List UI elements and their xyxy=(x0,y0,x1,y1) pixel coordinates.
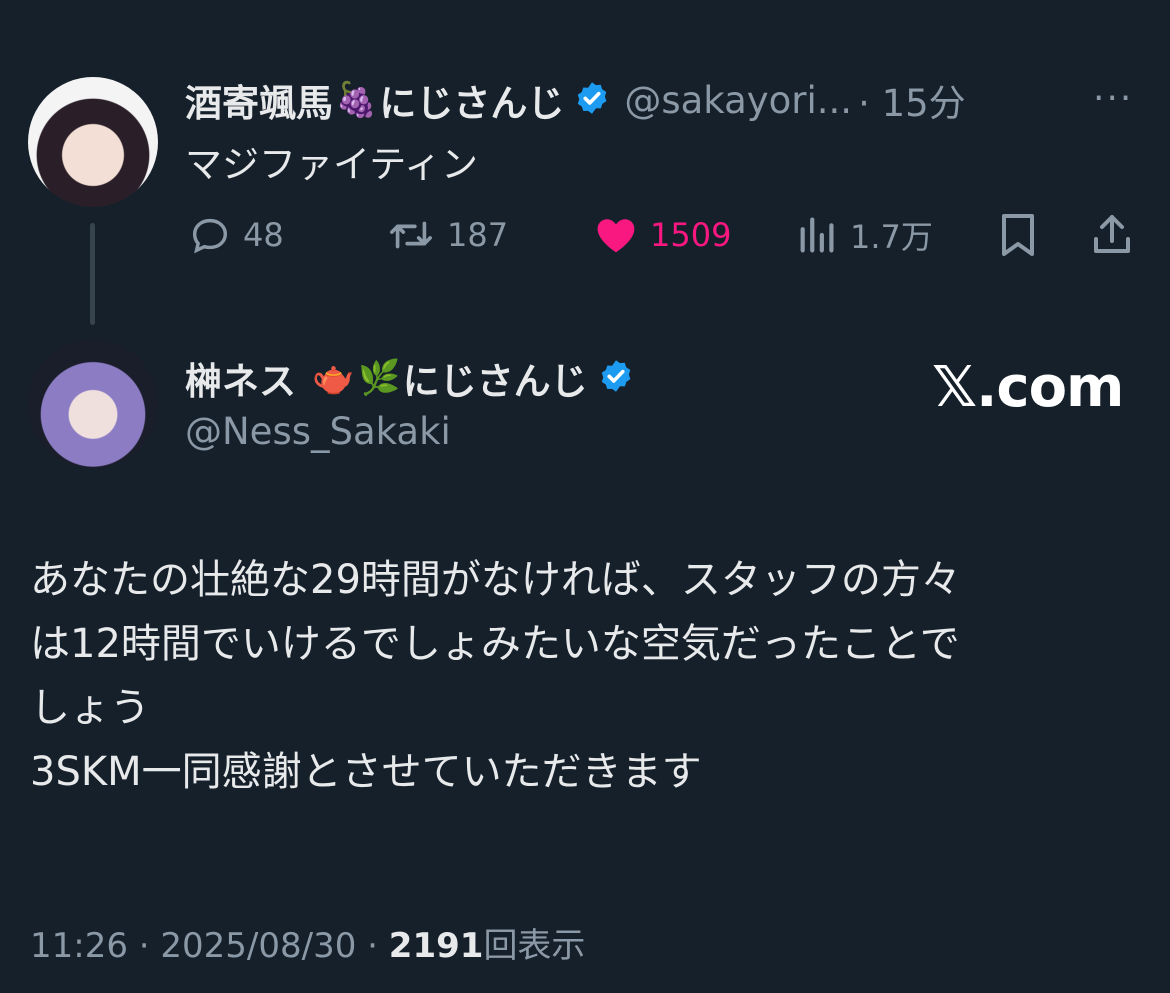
parent-tweet-text: マジファイティン xyxy=(185,143,479,186)
reply-tweet-text: あなたの壮絶な29時間がなければ、スタッフの方々 は12時間でいけるでしょみたい… xyxy=(30,548,1150,804)
tweet-meta: 11:26 · 2025/08/30 · 2191回表示 xyxy=(30,918,585,967)
retweet-button[interactable]: 187 xyxy=(385,210,508,260)
tweet-timestamp[interactable]: 11:26 · 2025/08/30 · xyxy=(30,926,389,966)
verified-badge-icon xyxy=(598,358,634,398)
author-name-suffix[interactable]: にじさんじ xyxy=(403,351,588,405)
reply-icon xyxy=(192,218,228,254)
retweet-icon xyxy=(390,221,432,249)
views-count: 1.7万 xyxy=(850,218,933,256)
heart-icon xyxy=(597,219,635,253)
bookmark-button[interactable] xyxy=(998,210,1048,260)
author-handle[interactable]: @Ness_Sakaki xyxy=(185,410,451,453)
tweet-text-line: は12時間でいけるでしょみたいな空気だったことで xyxy=(30,621,960,667)
author-name[interactable]: 榊ネス xyxy=(185,351,296,405)
verified-badge-icon xyxy=(574,80,610,120)
author-name[interactable]: 酒寄颯馬 xyxy=(185,73,333,127)
author-handle[interactable]: @sakayori... xyxy=(624,79,852,122)
avatar-sakayori[interactable] xyxy=(28,77,158,207)
views-button[interactable]: 1.7万 xyxy=(796,210,933,260)
view-count: 2191 xyxy=(388,926,484,966)
like-count: 1509 xyxy=(650,216,732,254)
retweet-count: 187 xyxy=(447,216,509,254)
herb-emoji: 🌿 xyxy=(358,358,401,398)
thread-connector-line xyxy=(90,223,95,325)
view-label: 回表示 xyxy=(483,926,586,966)
reply-count: 48 xyxy=(243,216,284,254)
x-com-watermark: 𝕏.com xyxy=(932,355,1124,420)
reply-tweet-header: 榊ネス 🫖 🌿 にじさんじ xyxy=(185,350,634,406)
reply-button[interactable]: 48 xyxy=(187,210,284,260)
author-name-suffix[interactable]: にじさんじ xyxy=(379,73,564,127)
share-button[interactable] xyxy=(1090,210,1144,260)
tweet-text-line: しょう xyxy=(30,685,150,731)
tweet-text-line: あなたの壮絶な29時間がなければ、スタッフの方々 xyxy=(30,557,961,603)
grape-emoji: 🍇 xyxy=(335,80,378,120)
teapot-emoji: 🫖 xyxy=(312,358,355,398)
parent-tweet-header: 酒寄颯馬 🍇 にじさんじ @sakayori... · 15分 xyxy=(185,72,966,128)
tweet-text-line: 3SKM一同感謝とさせていただきます xyxy=(30,749,702,795)
share-icon xyxy=(1094,215,1130,253)
avatar-ness[interactable] xyxy=(28,339,158,469)
bookmark-icon xyxy=(1002,214,1034,256)
like-button[interactable]: 1509 xyxy=(592,210,731,260)
views-chart-icon xyxy=(800,217,834,253)
tweet-time[interactable]: · 15分 xyxy=(858,73,966,127)
more-options-button[interactable]: ··· xyxy=(1093,78,1133,119)
